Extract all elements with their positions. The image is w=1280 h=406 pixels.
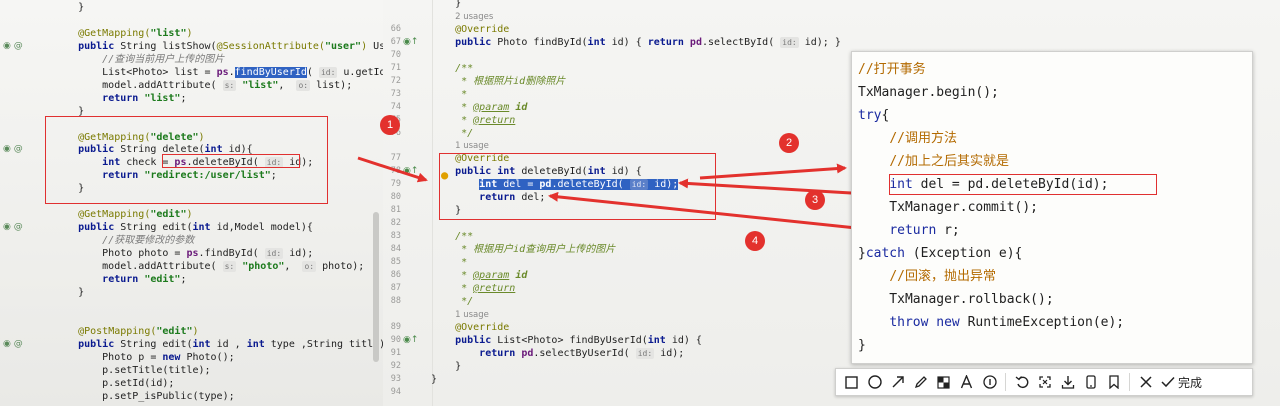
popup-code-line: TxManager.begin(); [858, 85, 999, 100]
pencil-icon[interactable] [909, 371, 932, 393]
popup-code-line: return r; [889, 223, 960, 238]
download-icon[interactable] [1056, 371, 1079, 393]
undo-icon[interactable] [1010, 371, 1033, 393]
badge-1: 1 [380, 115, 400, 135]
mosaic-icon[interactable] [932, 371, 955, 393]
done-button[interactable]: 完成 [1161, 374, 1202, 391]
popup-code-line: //调用方法 [889, 131, 957, 146]
checkmark-icon [1161, 376, 1175, 388]
popup-code-line: throw new RuntimeException(e); [889, 315, 1125, 330]
phone-icon[interactable] [1079, 371, 1102, 393]
popup-code-line: }catch (Exception e){ [858, 246, 1023, 261]
popup-code-line: //加上之后其实就是 [889, 154, 1009, 169]
crop-icon[interactable] [1033, 371, 1056, 393]
rectangle-icon[interactable] [840, 371, 863, 393]
pin-icon[interactable] [1102, 371, 1125, 393]
number-icon[interactable] [978, 371, 1001, 393]
annotation-box-popup-deleteById [889, 174, 1157, 195]
ellipse-icon[interactable] [863, 371, 886, 393]
arrow-2 [699, 163, 847, 180]
screenshot-toolbar: 完成 [835, 368, 1253, 396]
popup-code-line: TxManager.rollback(); [858, 292, 1054, 307]
popup-code-line: TxManager.commit(); [858, 200, 1039, 215]
popup-code-line: //回滚，抛出异常 [889, 269, 996, 284]
badge-3: 3 [805, 190, 825, 210]
popup-code-line: //打开事务 [858, 62, 926, 77]
arrow-icon[interactable] [886, 371, 909, 393]
text-icon[interactable] [955, 371, 978, 393]
done-label: 完成 [1178, 375, 1203, 390]
toolbar-divider [1129, 373, 1130, 391]
arrow-4 [548, 191, 886, 233]
arrow-1 [357, 156, 428, 183]
toolbar-divider [1005, 373, 1006, 391]
popup-code-line: } [858, 338, 866, 353]
popup-code-line: try{ [858, 108, 890, 123]
badge-4: 4 [745, 231, 765, 251]
badge-2: 2 [779, 133, 799, 153]
code-snippet-popup: //打开事务 TxManager.begin(); try{ //调用方法 //加上… [851, 51, 1253, 364]
close-icon[interactable] [1134, 371, 1157, 393]
